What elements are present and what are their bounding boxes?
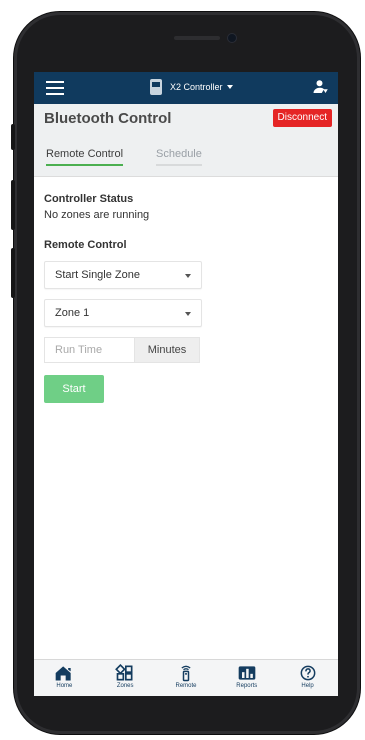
run-time-unit: Minutes: [134, 337, 200, 363]
controller-status-heading: Controller Status: [44, 193, 134, 205]
phone-side-button: [11, 124, 15, 150]
run-time-input[interactable]: [44, 337, 134, 363]
controller-device-icon: [150, 79, 162, 95]
phone-speaker: [174, 36, 220, 40]
nav-help-label: Help: [301, 683, 314, 689]
nav-home[interactable]: Home: [34, 660, 95, 696]
phone-side-button: [11, 180, 15, 230]
bottom-navigation: Home Zones Remote Reports Help: [34, 659, 338, 696]
nav-reports-label: Reports: [236, 683, 258, 689]
remote-icon: [181, 665, 191, 682]
zone-select-value: Zone 1: [55, 307, 90, 319]
tab-remote-control[interactable]: Remote Control: [46, 148, 124, 166]
phone-camera: [228, 34, 236, 42]
tab-schedule[interactable]: Schedule: [156, 148, 202, 166]
home-icon: [56, 666, 72, 681]
user-settings-icon[interactable]: [312, 78, 330, 96]
main-content: Controller Status No zones are running R…: [34, 177, 338, 403]
nav-help[interactable]: Help: [277, 660, 338, 696]
nav-home-label: Home: [56, 683, 73, 689]
start-button[interactable]: Start: [44, 375, 104, 403]
dropdown-arrow-icon: [185, 274, 191, 278]
nav-remote-label: Remote: [175, 683, 197, 689]
controller-selector[interactable]: X2 Controller: [150, 79, 233, 95]
caret-down-icon: [226, 85, 233, 89]
app-screen: X2 Controller Bluetooth Control Disconne…: [34, 72, 338, 696]
controller-status-text: No zones are running: [44, 209, 150, 221]
mode-select[interactable]: Start Single Zone: [44, 261, 202, 289]
menu-icon[interactable]: [46, 81, 64, 95]
nav-zones[interactable]: Zones: [95, 660, 156, 696]
reports-icon: [238, 666, 256, 680]
run-time-group: Minutes: [44, 337, 200, 363]
dropdown-arrow-icon: [185, 312, 191, 316]
tab-bar: Remote Control Schedule: [34, 134, 338, 177]
zone-select[interactable]: Zone 1: [44, 299, 202, 327]
page-title: Bluetooth Control: [44, 110, 172, 127]
top-app-bar: X2 Controller: [34, 72, 338, 104]
mode-select-value: Start Single Zone: [55, 269, 140, 281]
nav-reports[interactable]: Reports: [216, 660, 277, 696]
nav-zones-label: Zones: [116, 683, 134, 689]
nav-remote[interactable]: Remote: [156, 660, 217, 696]
phone-side-button: [11, 248, 15, 298]
remote-control-heading: Remote Control: [44, 239, 127, 251]
controller-name: X2 Controller: [170, 82, 223, 92]
zones-icon: [115, 664, 133, 681]
disconnect-button[interactable]: Disconnect: [272, 109, 332, 127]
page-header: Bluetooth Control Disconnect: [34, 104, 338, 134]
phone-frame: X2 Controller Bluetooth Control Disconne…: [11, 12, 360, 734]
help-icon: [300, 665, 315, 681]
